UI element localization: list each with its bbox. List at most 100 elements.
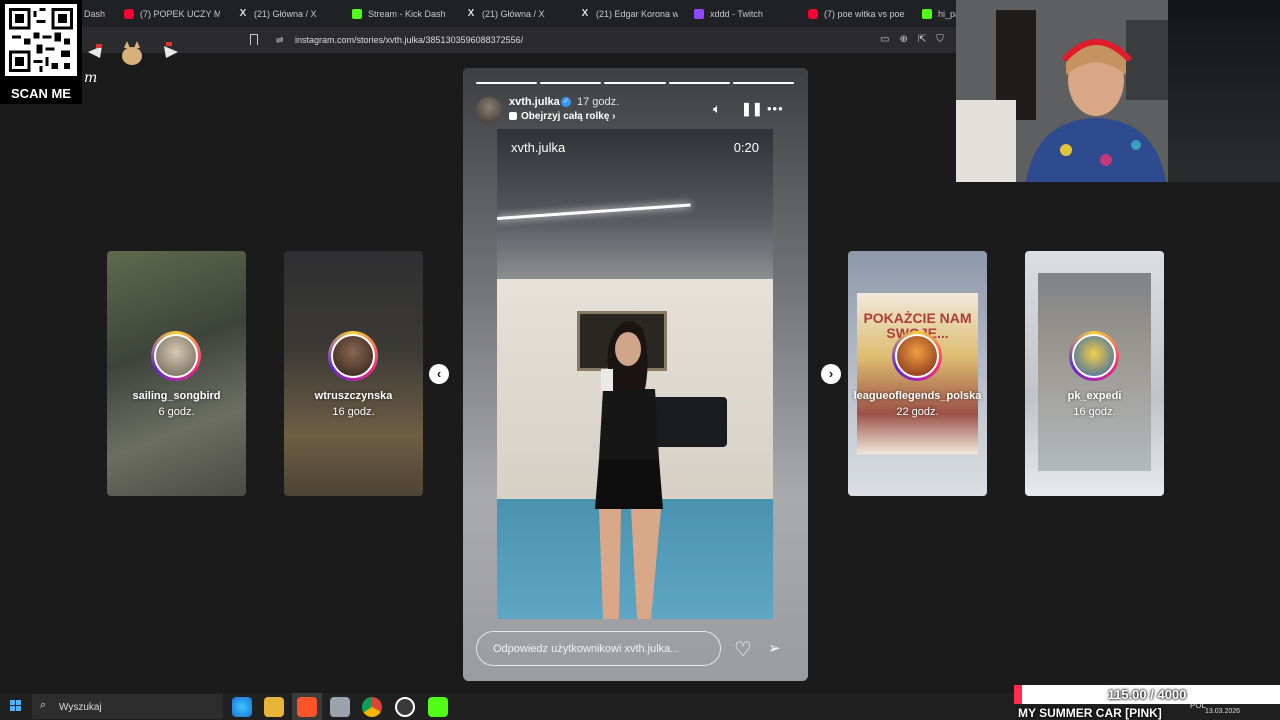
edge-icon[interactable] xyxy=(232,697,252,717)
youtube-icon xyxy=(808,8,818,19)
previous-story-button[interactable]: ‹ xyxy=(429,364,449,384)
goal-label: MY SUMMER CAR [PINK] xyxy=(1018,706,1162,720)
tab[interactable]: Dash xyxy=(84,4,106,23)
file-explorer-icon[interactable] xyxy=(264,697,284,717)
qr-overlay: SCAN ME xyxy=(0,0,82,104)
progress-segment xyxy=(540,82,602,84)
bookmark-icon[interactable] xyxy=(250,34,258,45)
story-viewer: xvth.julka ✓ 17 godz. Obejrzyj całą rolk… xyxy=(463,68,808,681)
obs-icon[interactable] xyxy=(395,697,415,717)
story-ring xyxy=(892,331,942,381)
reply-input[interactable] xyxy=(476,631,721,666)
avatar xyxy=(154,334,198,378)
taskbar-search-label: Wyszukaj xyxy=(59,702,102,713)
zoom-icon[interactable]: ⊕ xyxy=(899,34,907,45)
youtube-icon xyxy=(124,8,134,19)
avatar xyxy=(331,334,375,378)
story-progress xyxy=(476,82,795,85)
share-icon[interactable]: ⇱ xyxy=(918,34,926,45)
windows-start-icon[interactable] xyxy=(10,700,22,712)
tab-label: (7) POPEK UCZY MIKR xyxy=(140,8,220,19)
story-time: 17 godz. xyxy=(577,96,620,108)
tab-label: (21) Główna / X xyxy=(482,8,545,19)
tab[interactable]: hi_pa xyxy=(922,4,956,23)
tab[interactable]: xddd - Twitch xyxy=(694,4,790,23)
kick-icon xyxy=(352,8,362,19)
address-tools: ▭ ⊕ ⇱ ⛉ xyxy=(880,34,944,45)
avatar xyxy=(1072,334,1116,378)
instagram-logo: m xyxy=(84,70,98,86)
tab-label: xddd - Twitch xyxy=(710,8,763,19)
next-story-button[interactable]: › xyxy=(821,364,841,384)
progress-segment xyxy=(604,82,666,84)
story-avatar[interactable] xyxy=(476,97,502,123)
reel-link-label: Obejrzyj całą rolkę xyxy=(521,111,610,122)
search-icon: ⌕ xyxy=(40,699,47,711)
tab[interactable]: Stream - Kick Dash xyxy=(352,4,448,23)
app-icon[interactable] xyxy=(330,697,350,717)
progress-segment xyxy=(732,82,795,84)
webcam-feed xyxy=(956,0,1168,182)
video-duration: 0:20 xyxy=(733,140,759,155)
story-username: leagueoflegends_polska xyxy=(853,390,982,402)
progress-segment xyxy=(476,82,538,84)
webcam-background xyxy=(1168,0,1280,182)
site-settings-icon[interactable]: ⇌ xyxy=(276,35,284,46)
avatar xyxy=(895,334,939,378)
story-time: 16 godz. xyxy=(332,406,375,418)
tab[interactable]: X (21) Edgar Korona w s xyxy=(580,4,678,23)
pause-icon[interactable]: ❚❚ xyxy=(741,101,763,117)
story-username: wtruszczynska xyxy=(314,390,393,402)
cat-emote-icon xyxy=(88,41,178,65)
tab[interactable]: X (21) Główna / X xyxy=(466,4,562,23)
streamer-image xyxy=(956,0,1168,182)
shield-icon[interactable]: ⛉ xyxy=(936,34,944,45)
x-icon: X xyxy=(581,7,589,19)
qr-code xyxy=(5,4,77,76)
verified-icon: ✓ xyxy=(561,97,571,107)
tab-label: Stream - Kick Dash xyxy=(368,8,446,19)
side-story-card[interactable]: wtruszczynska 16 godz. xyxy=(284,251,423,496)
picture-in-picture-icon[interactable]: ▭ xyxy=(880,34,889,45)
goal-value: 115.00 / 4000 xyxy=(1107,687,1187,702)
tab-label: (21) Edgar Korona w s xyxy=(596,8,678,19)
side-story-card[interactable]: sailing_songbird 6 godz. xyxy=(107,251,246,496)
url-field[interactable]: instagram.com/stories/xvth.julka/3851303… xyxy=(295,35,523,45)
watch-reel-link[interactable]: Obejrzyj całą rolkę › xyxy=(509,111,616,122)
story-time: 6 godz. xyxy=(158,406,195,418)
tab-label: hi_pa xyxy=(938,8,956,19)
tab-label: (21) Główna / X xyxy=(254,8,317,19)
side-story-card[interactable]: pk_expedi 16 godz. xyxy=(1025,251,1164,496)
heart-icon[interactable]: ♡ xyxy=(734,637,752,662)
twitch-icon xyxy=(694,8,704,19)
side-story-card[interactable]: POKAŻCIE NAM SWOJE... leagueoflegends_po… xyxy=(848,251,987,496)
x-icon: X xyxy=(467,7,475,19)
volume-icon[interactable]: 🔈︎ xyxy=(713,101,721,117)
goal-progress-bar: 115.00 / 4000 xyxy=(1014,685,1280,704)
video-person xyxy=(595,321,663,619)
kick-icon xyxy=(922,8,932,19)
tab[interactable]: (7) poe witka vs poe k xyxy=(808,4,906,23)
clock-date[interactable]: 13.03.2026 xyxy=(1205,708,1240,715)
tab[interactable]: X (21) Główna / X xyxy=(238,4,334,23)
story-username[interactable]: xvth.julka xyxy=(509,96,560,108)
x-icon: X xyxy=(239,7,247,19)
kick-icon[interactable] xyxy=(428,697,448,717)
story-username: pk_expedi xyxy=(1067,390,1122,402)
story-time: 16 godz. xyxy=(1073,406,1116,418)
progress-segment xyxy=(668,82,730,84)
chrome-icon[interactable] xyxy=(362,697,382,717)
screen: Dash (7) POPEK UCZY MIKR X (21) Główna /… xyxy=(0,0,1280,720)
reel-video[interactable]: xvth.julka 0:20 xyxy=(497,129,773,619)
story-ring xyxy=(328,331,378,381)
story-ring xyxy=(151,331,201,381)
qr-caption: SCAN ME xyxy=(11,86,71,101)
more-icon[interactable]: ••• xyxy=(767,101,784,116)
send-icon[interactable]: ➢ xyxy=(768,639,781,657)
tab-label: (7) poe witka vs poe k xyxy=(824,8,906,19)
taskbar-search[interactable]: ⌕ Wyszukaj xyxy=(32,694,223,719)
tab[interactable]: (7) POPEK UCZY MIKR xyxy=(124,4,220,23)
brave-icon[interactable] xyxy=(297,697,317,717)
story-time: 22 godz. xyxy=(896,406,939,418)
tab-label: Dash xyxy=(84,8,106,19)
